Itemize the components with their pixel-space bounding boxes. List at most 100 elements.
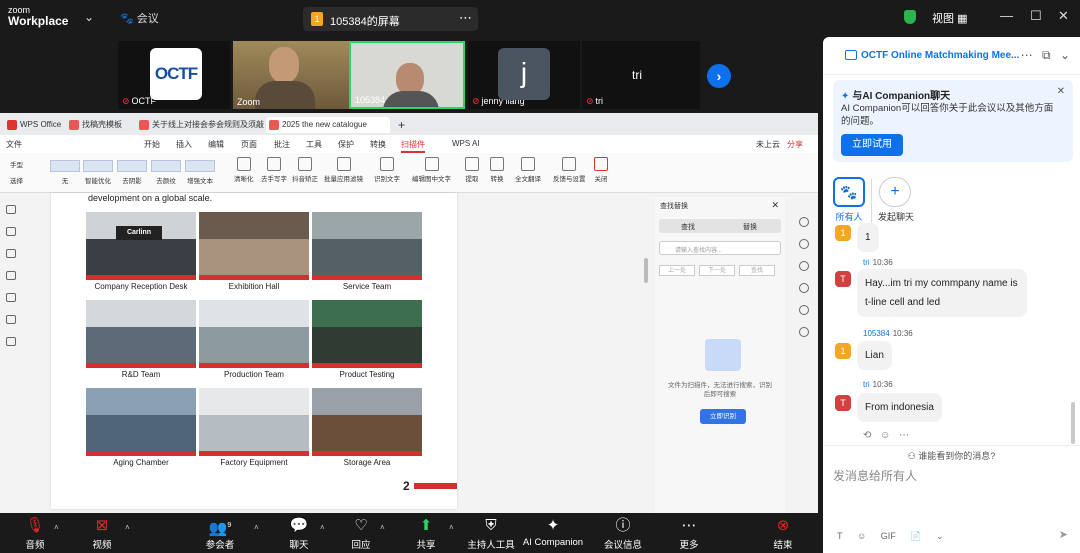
close-icon[interactable]: ✕ (1058, 8, 1069, 24)
message-bubble[interactable]: 1 (857, 223, 879, 252)
nav-comment-icon[interactable] (6, 271, 16, 280)
filter-none[interactable]: 无 (50, 160, 80, 185)
find-button[interactable]: 查找 (739, 265, 775, 276)
emoji-icon[interactable]: ☺ (857, 531, 866, 541)
chevron-down-icon[interactable]: ⌄ (936, 531, 944, 541)
ribbon-action[interactable]: 清晰化 (234, 157, 254, 183)
gif-icon[interactable]: GIF (881, 531, 896, 541)
select-tool[interactable]: 选择 (10, 175, 23, 185)
reactions-button[interactable]: ♡ 回应 (348, 517, 374, 551)
new-chat-button[interactable]: + (879, 177, 911, 207)
screen-share-tab[interactable]: 1 105384的屏幕 ⋯ (303, 7, 478, 31)
visibility-info[interactable]: ⚇ 谁能看到你的消息? (823, 445, 1080, 462)
chevron-up-icon[interactable]: ˄ (54, 523, 59, 532)
recipient-everyone-button[interactable]: 🐾 (833, 177, 865, 207)
menu-item-active[interactable]: 扫描件 (401, 139, 425, 153)
nav-pen-icon[interactable] (6, 315, 16, 324)
nav-bookmark-icon[interactable] (6, 227, 16, 236)
more-icon[interactable]: ⋯ (899, 430, 909, 441)
find-prev-button[interactable]: 上一处 (659, 265, 695, 276)
nav-layers-icon[interactable] (6, 337, 16, 346)
new-tab-icon[interactable]: + (394, 117, 414, 133)
filter-text[interactable]: 增强文本 (185, 160, 215, 185)
security-shield-icon[interactable] (904, 10, 916, 24)
chat-title[interactable]: OCTF Online Matchmaking Mee... (861, 50, 1019, 61)
share-button[interactable]: ⬆ 共享 (413, 517, 439, 551)
next-page-button[interactable]: › (707, 64, 731, 88)
menu-item[interactable]: 转换 (370, 139, 386, 150)
ribbon-action[interactable]: 转换 (490, 157, 504, 183)
nav-thumbnail-icon[interactable] (6, 205, 16, 214)
wps-tab[interactable]: 找稿壳模板 (66, 117, 136, 133)
wps-tab[interactable]: 关于线上对接会参会规则及须敲事项 (136, 117, 264, 133)
adjust-icon[interactable] (799, 261, 809, 271)
ribbon-action[interactable]: 反馈与设置 (553, 157, 586, 183)
cloud-status[interactable]: 未上云 (756, 139, 780, 150)
file-icon[interactable]: 📄 (910, 531, 921, 541)
wps-tab-active[interactable]: 2025 the new catalogue (266, 117, 390, 133)
view-icon[interactable] (799, 283, 809, 293)
view-button[interactable]: 视图 ▦ (932, 10, 967, 26)
chevron-up-icon[interactable]: ˄ (320, 523, 325, 532)
search-icon[interactable] (799, 217, 809, 227)
menu-item[interactable]: 工具 (306, 139, 322, 150)
menu-file[interactable]: 文件 (6, 139, 22, 150)
doc-scrollbar[interactable] (644, 258, 648, 283)
ribbon-action[interactable]: 提取 (465, 157, 479, 183)
filter-moire[interactable]: 去颜纹 (151, 160, 181, 185)
more-icon[interactable]: ⋯ (459, 10, 472, 26)
message-bubble[interactable]: From indonesia (857, 393, 942, 422)
nav-tag-icon[interactable] (6, 293, 16, 302)
filter-shadow[interactable]: 去阴影 (117, 160, 147, 185)
ocr-now-button[interactable]: 立即识别 (700, 409, 746, 424)
more-tools-icon[interactable] (799, 327, 809, 337)
ribbon-close[interactable]: 关闭 (594, 157, 608, 183)
chevron-down-icon[interactable]: ⌄ (84, 10, 94, 24)
ribbon-action[interactable]: 全文翻译 (515, 157, 541, 183)
meeting-tab[interactable]: 🐾 会议 (120, 10, 159, 26)
emoji-icon[interactable]: ☺ (880, 430, 890, 441)
collapse-icon[interactable]: ⌄ (1060, 48, 1070, 62)
minimize-icon[interactable]: — (1000, 8, 1013, 23)
participants-button[interactable]: 👥9 参会者 (202, 517, 238, 551)
ribbon-action[interactable]: 去手写字 (261, 157, 287, 183)
video-tile-105384[interactable]: 105384 (349, 41, 465, 109)
message-bubble[interactable]: Hay...im tri my commpany name is t-line … (857, 269, 1027, 317)
menu-item[interactable]: 插入 (176, 139, 192, 150)
menu-item[interactable]: 批注 (274, 139, 290, 150)
more-icon[interactable]: ⋯ (1021, 48, 1033, 62)
video-button[interactable]: ⊠ 视频 (89, 517, 115, 551)
maximize-icon[interactable]: ☐ (1030, 8, 1042, 24)
ai-companion-button[interactable]: ✦ AI Companion (522, 517, 584, 548)
find-search-input[interactable]: 请输入查找内容... (659, 241, 781, 255)
ribbon-action[interactable]: 识别文字 (374, 157, 400, 183)
settings-icon[interactable] (799, 239, 809, 249)
popout-icon[interactable]: ⧉ (1042, 48, 1051, 62)
share-doc-button[interactable]: 分享 (787, 139, 803, 150)
find-next-button[interactable]: 下一处 (699, 265, 735, 276)
end-button[interactable]: ⊗ 结束 (770, 517, 796, 551)
help-icon[interactable] (799, 305, 809, 315)
menu-item[interactable]: 保护 (338, 139, 354, 150)
tab-find[interactable]: 查找 (681, 222, 695, 232)
chat-button[interactable]: 💬 聊天 (286, 517, 312, 551)
menu-item[interactable]: WPS AI (452, 139, 480, 148)
try-now-button[interactable]: 立即试用 (841, 134, 903, 156)
meeting-info-button[interactable]: ⓘ 会议信息 (602, 517, 644, 551)
tab-replace[interactable]: 替换 (743, 222, 757, 232)
audio-button[interactable]: 🎙 音频 (22, 517, 48, 551)
send-icon[interactable]: ➤ (1059, 528, 1068, 541)
more-button[interactable]: ⋯ 更多 (676, 517, 702, 551)
message-input[interactable]: 发消息给所有人 (833, 467, 917, 484)
chevron-up-icon[interactable]: ˄ (125, 523, 130, 532)
menu-item[interactable]: 页面 (241, 139, 257, 150)
host-tools-button[interactable]: ⛨ 主持人工具 (464, 517, 518, 551)
menu-item[interactable]: 开始 (144, 139, 160, 150)
filter-smart[interactable]: 智能优化 (83, 160, 113, 185)
message-bubble[interactable]: Lian (857, 341, 892, 370)
chevron-up-icon[interactable]: ˄ (380, 523, 385, 532)
close-icon[interactable]: ✕ (771, 200, 779, 211)
chevron-up-icon[interactable]: ˄ (254, 523, 259, 532)
reply-icon[interactable]: ⟲ (863, 430, 871, 441)
ribbon-action[interactable]: 编辑图中文字 (412, 157, 451, 183)
